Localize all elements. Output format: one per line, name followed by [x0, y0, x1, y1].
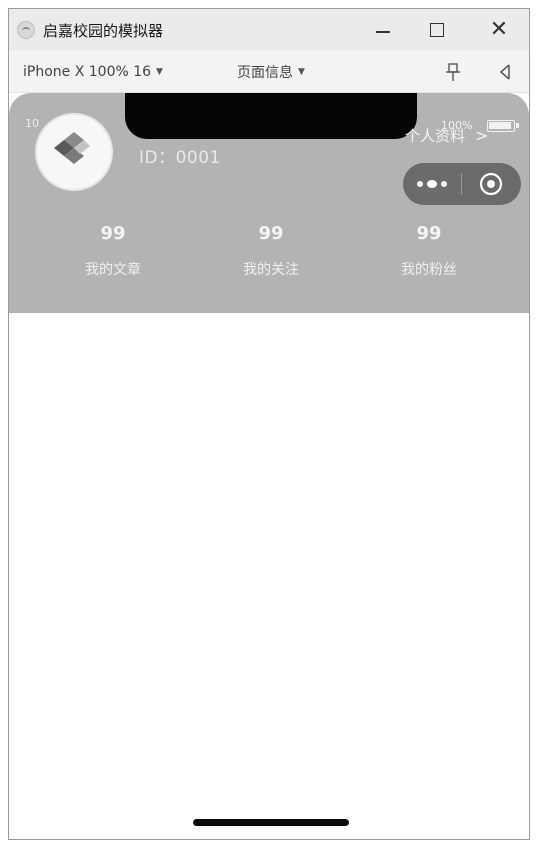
stat-value: 99: [100, 223, 126, 244]
target-icon: [479, 172, 503, 196]
page-info-dropdown[interactable]: 页面信息 ▼: [237, 51, 305, 93]
app-icon: [17, 21, 35, 39]
phone-screen: 10 100% ID：0001 个人资料 > 99 我的文章 99 我的关注 9…: [9, 93, 529, 839]
window-title: 启嘉校园的模拟器: [43, 21, 164, 40]
close-mini-program-button[interactable]: [462, 163, 520, 205]
chevron-down-icon: ▼: [156, 67, 163, 77]
user-id: ID：0001: [139, 148, 221, 168]
chevron-down-icon: ▼: [298, 67, 305, 77]
mini-program-capsule: [403, 163, 521, 205]
stat-label: 我的粉丝: [401, 262, 457, 278]
maximize-button[interactable]: [409, 9, 465, 51]
volume-icon[interactable]: [495, 61, 515, 83]
pin-icon[interactable]: [443, 61, 463, 83]
simulator-window: 启嘉校园的模拟器 ✕ iPhone X 100% 16 ▼ 页面信息 ▼ 10 …: [8, 8, 530, 840]
stat-label: 我的关注: [243, 262, 299, 278]
stat-value: 99: [258, 223, 284, 244]
minimize-button[interactable]: [355, 9, 411, 51]
more-button[interactable]: [403, 163, 461, 205]
stat-following[interactable]: 99 我的关注: [211, 221, 331, 279]
avatar[interactable]: [35, 113, 113, 191]
stat-value: 99: [416, 223, 442, 244]
minimize-icon: [376, 31, 390, 33]
page-info-label: 页面信息: [237, 65, 293, 81]
profile-link-label: 个人资料: [405, 127, 466, 145]
stats-row: 99 我的文章 99 我的关注 99 我的粉丝: [9, 221, 529, 291]
chevron-right-icon: >: [475, 126, 489, 145]
battery-icon: [487, 120, 519, 132]
phone-notch: [125, 93, 417, 139]
more-dots-icon: [417, 180, 447, 188]
close-button[interactable]: ✕: [471, 9, 527, 51]
profile-link[interactable]: 个人资料 >: [405, 125, 488, 146]
stat-followers[interactable]: 99 我的粉丝: [369, 221, 489, 279]
simulator-toolbar: iPhone X 100% 16 ▼ 页面信息 ▼: [9, 51, 529, 93]
maximize-icon: [430, 23, 444, 37]
profile-header: 10 100% ID：0001 个人资料 > 99 我的文章 99 我的关注 9…: [9, 93, 529, 313]
device-select[interactable]: iPhone X 100% 16 ▼: [23, 51, 163, 93]
status-time: 10: [25, 117, 39, 130]
stat-articles[interactable]: 99 我的文章: [53, 221, 173, 279]
home-indicator: [193, 819, 349, 826]
close-icon: ✕: [489, 17, 509, 42]
device-select-label: iPhone X 100% 16: [23, 64, 152, 80]
logo-icon: [54, 132, 90, 164]
title-bar: 启嘉校园的模拟器 ✕: [9, 9, 529, 51]
stat-label: 我的文章: [85, 262, 141, 278]
